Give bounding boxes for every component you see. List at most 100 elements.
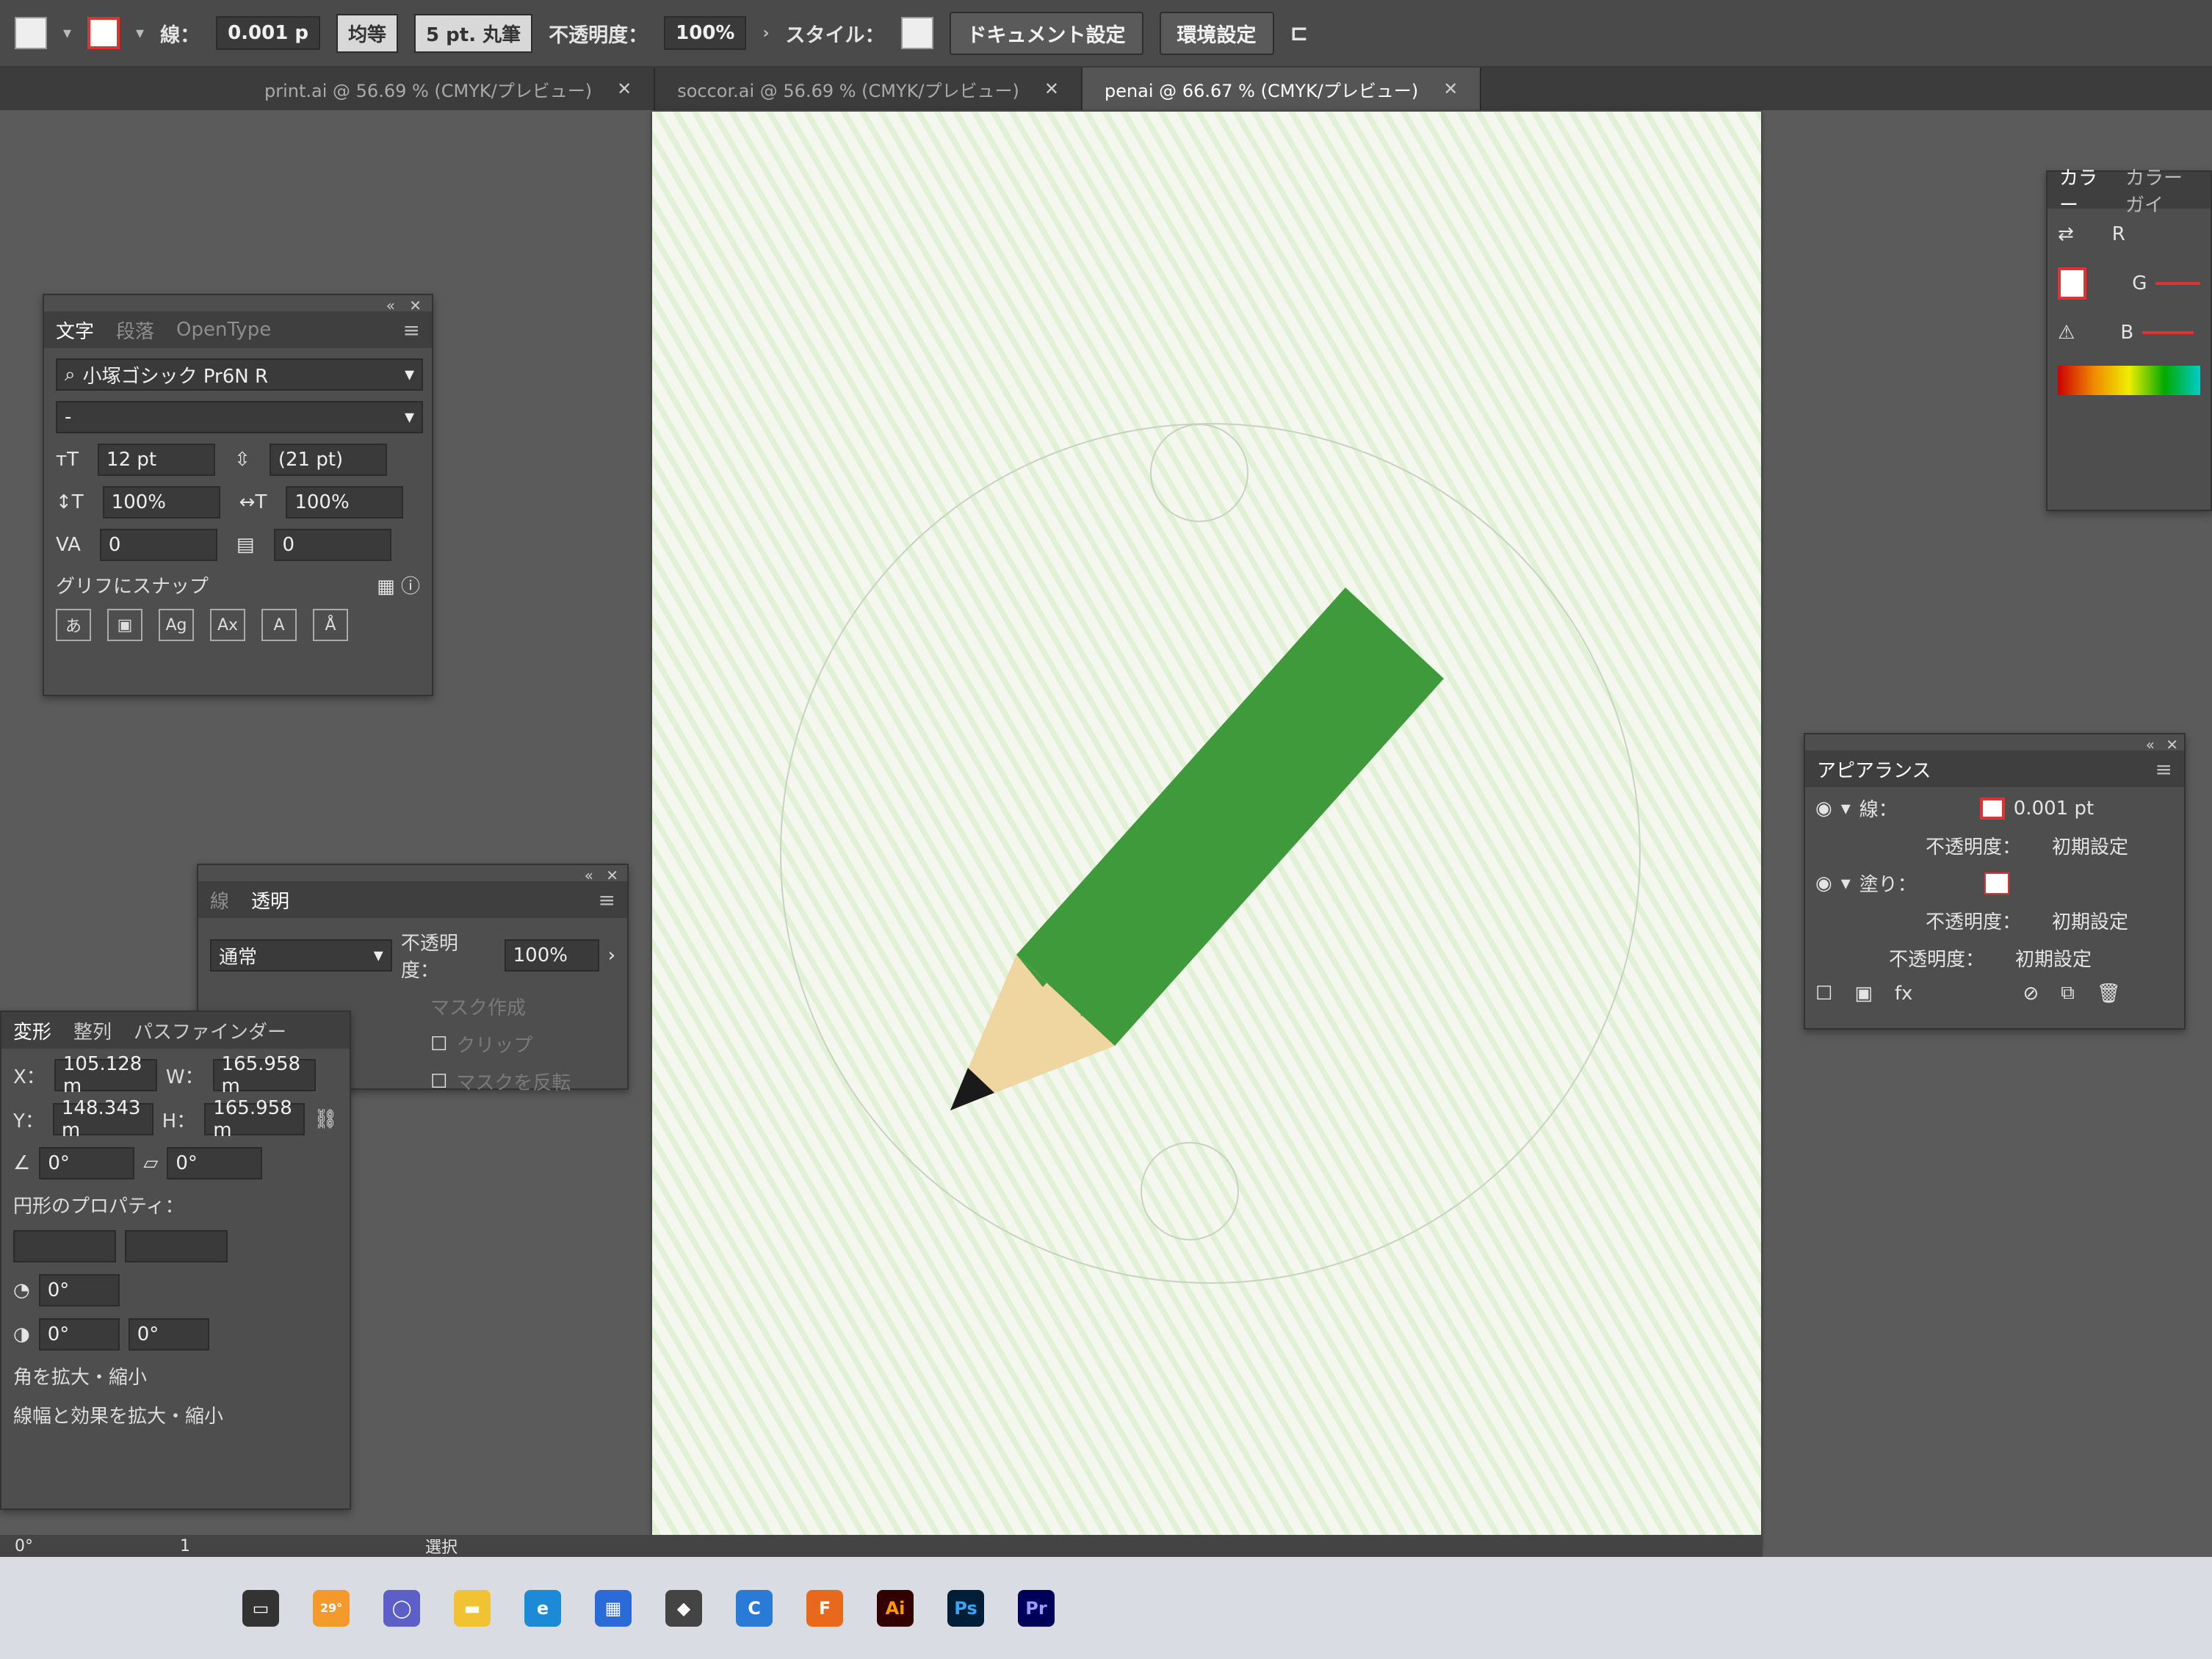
tab-transform[interactable]: 変形 [13, 1017, 51, 1044]
close-icon[interactable]: ✕ [617, 79, 632, 99]
tab-align[interactable]: 整列 [73, 1017, 112, 1044]
edge-icon[interactable]: e [524, 1589, 561, 1627]
snap-glyph-bounds-icon[interactable]: Ag [159, 609, 194, 641]
chevron-down-icon[interactable]: ▾ [1841, 872, 1851, 894]
folder-icon[interactable]: ▬ [454, 1589, 491, 1627]
document-settings-button[interactable]: ドキュメント設定 [949, 11, 1143, 55]
cube-icon[interactable]: ◆ [665, 1589, 702, 1627]
tab-pen[interactable]: penai @ 66.67 % (CMYK/プレビュー) ✕ [1082, 68, 1482, 110]
angle-field-1[interactable]: 0° [38, 1274, 120, 1306]
brush-select[interactable]: 5 pt. 丸筆 [414, 13, 533, 53]
collapse-icon[interactable]: « [585, 867, 593, 884]
snap-xheight-icon[interactable]: ▣ [107, 609, 142, 641]
stroke-opacity-label[interactable]: 不透明度： [1926, 832, 2021, 859]
c-app-icon[interactable]: C [736, 1589, 773, 1627]
font-style-select[interactable]: - ▾ [56, 401, 423, 433]
illustrator-icon[interactable]: Ai [877, 1589, 914, 1627]
trash-icon[interactable]: 🗑 [2097, 983, 2121, 1005]
fill-opacity-label[interactable]: 不透明度： [1926, 907, 2021, 934]
eye-icon[interactable]: ◉ [1815, 798, 1832, 820]
duplicate-icon[interactable]: ⧉ [2061, 982, 2075, 1005]
add-fill-icon[interactable]: ▣ [1854, 983, 1873, 1005]
snap-angular-icon[interactable]: A [261, 609, 297, 641]
arrange-icon[interactable]: ⊏ [1290, 21, 1309, 46]
chevron-down-icon[interactable]: ▾ [1841, 798, 1851, 820]
snap-baseline-icon[interactable]: あ [56, 609, 91, 641]
tab-pathfinder[interactable]: パスファインダー [134, 1017, 286, 1044]
vertical-scale-field[interactable]: 100% [102, 486, 220, 518]
pie-end-field[interactable]: 0° [128, 1318, 209, 1351]
zoom-angle-value[interactable]: 0° [15, 1537, 33, 1555]
task-view-icon[interactable]: ▭ [242, 1589, 279, 1627]
pencil-illustration[interactable] [950, 588, 1444, 1110]
page-number[interactable]: 1 [180, 1537, 190, 1555]
kerning-field[interactable]: 0 [99, 529, 217, 561]
tab-opentype[interactable]: OpenType [176, 319, 271, 341]
stroke-weight-field[interactable]: 0.001 p [216, 16, 320, 50]
glyph-icon[interactable]: ▦ ⓘ [377, 571, 420, 599]
clip-checkbox[interactable]: ☐ [430, 1033, 447, 1055]
tab-color-guide[interactable]: カラーガイ [2125, 163, 2199, 217]
ellipse-width-field[interactable] [13, 1230, 116, 1262]
color-spectrum[interactable] [2058, 366, 2200, 395]
w-field[interactable]: 165.958 m [212, 1053, 316, 1097]
clear-appearance-icon[interactable]: ⊘ [2023, 983, 2039, 1005]
close-icon[interactable]: ✕ [1044, 79, 1059, 99]
opacity-field[interactable]: 100% [504, 939, 599, 972]
tab-soccor[interactable]: soccor.ai @ 56.69 % (CMYK/プレビュー) ✕ [655, 68, 1082, 110]
close-icon[interactable]: ✕ [2166, 736, 2178, 753]
h-field[interactable]: 165.958 m [204, 1097, 305, 1141]
pie-start-field[interactable]: 0° [38, 1318, 120, 1351]
chevron-down-icon[interactable]: ▾ [63, 24, 71, 43]
preferences-button[interactable]: 環境設定 [1159, 11, 1274, 55]
store-icon[interactable]: ▦ [595, 1589, 632, 1627]
x-field[interactable]: 105.128 m [54, 1053, 157, 1097]
collapse-icon[interactable]: « [386, 297, 395, 314]
rotate-field[interactable]: 0° [39, 1147, 135, 1179]
font-family-select[interactable]: ⌕ 小塚ゴシック Pr6N R ▾ [56, 358, 423, 391]
invert-mask-checkbox[interactable]: ☐ [430, 1071, 447, 1093]
object-opacity-label[interactable]: 不透明度： [1889, 944, 1984, 972]
tab-transparency[interactable]: 透明 [251, 886, 289, 914]
fill-none-swatch[interactable] [1984, 872, 2009, 894]
tab-color[interactable]: カラー [2059, 163, 2103, 217]
eye-icon[interactable]: ◉ [1815, 872, 1832, 894]
snap-anchor-icon[interactable]: Å [313, 609, 348, 641]
font-size-field[interactable]: 12 pt [98, 444, 216, 476]
profile-select[interactable]: 均等 [336, 13, 399, 53]
collapse-icon[interactable]: « [2146, 736, 2155, 753]
panel-menu-icon[interactable]: ≡ [2155, 757, 2172, 781]
tab-stroke[interactable]: 線 [210, 886, 229, 914]
stroke-swatch[interactable] [87, 17, 120, 49]
fill-attr-label[interactable]: 塗り： [1859, 870, 1917, 897]
g-slider[interactable] [2155, 282, 2200, 285]
leading-field[interactable]: (21 pt) [269, 444, 387, 476]
fill-swatch[interactable] [15, 17, 47, 49]
stroke-fill-indicator[interactable] [2058, 267, 2087, 300]
blend-mode-select[interactable]: 通常 ▾ [210, 939, 392, 972]
close-icon[interactable]: ✕ [1443, 79, 1458, 99]
panel-menu-icon[interactable]: ≡ [599, 888, 615, 912]
opacity-field[interactable]: 100% [664, 16, 747, 50]
stroke-attr-label[interactable]: 線： [1859, 795, 1898, 822]
weather-icon[interactable]: 29° [313, 1589, 350, 1627]
f-app-icon[interactable]: F [806, 1589, 843, 1627]
y-field[interactable]: 148.343 m [52, 1097, 153, 1141]
swap-icon[interactable]: ⇄ [2058, 223, 2074, 245]
artboard[interactable] [652, 112, 1761, 1551]
close-icon[interactable]: ✕ [409, 297, 422, 314]
stroke-color-swatch[interactable] [1979, 797, 2005, 820]
shear-field[interactable]: 0° [167, 1147, 263, 1179]
close-icon[interactable]: ✕ [606, 867, 618, 884]
horizontal-scale-field[interactable]: 100% [286, 486, 404, 518]
tab-print[interactable]: print.ai @ 56.69 % (CMYK/プレビュー) ✕ [0, 68, 656, 110]
stroke-weight-value[interactable]: 0.001 pt [2014, 798, 2094, 820]
chat-icon[interactable]: ◯ [383, 1589, 420, 1627]
tracking-field[interactable]: 0 [273, 529, 391, 561]
premiere-icon[interactable]: Pr [1018, 1589, 1055, 1627]
chevron-right-icon[interactable]: › [762, 24, 769, 43]
b-slider[interactable] [2142, 331, 2194, 334]
fx-icon[interactable]: fx [1895, 983, 1913, 1005]
tab-paragraph[interactable]: 段落 [116, 317, 154, 344]
tab-character[interactable]: 文字 [56, 317, 94, 344]
